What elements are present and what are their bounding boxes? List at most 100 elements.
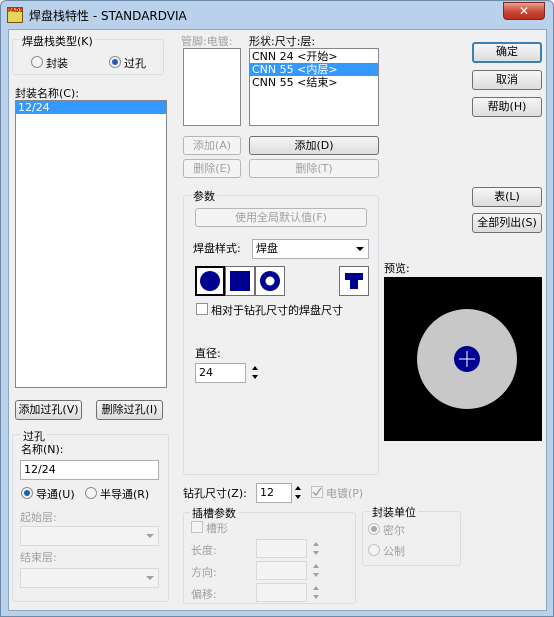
slot-offset-spinner[interactable] (311, 583, 321, 603)
relative-drill-label[interactable]: 相对于钻孔尺寸的焊盘尺寸 (211, 302, 343, 318)
preview-label: 预览: (384, 262, 410, 275)
spin-up-icon[interactable] (313, 564, 319, 568)
plated-checkbox[interactable] (311, 486, 323, 498)
through-radio[interactable] (21, 487, 33, 499)
dialog-client: 焊盘栈类型(K) 封装 过孔 封装名称(C): 12/24 添加过孔(V) 删除… (8, 29, 547, 611)
slot-length-input[interactable] (256, 539, 307, 558)
mils-label[interactable]: 密尔 (383, 522, 405, 538)
via-radio-label[interactable]: 过孔 (124, 55, 146, 71)
close-button[interactable]: ✕ (503, 2, 545, 20)
layer-item-inner[interactable]: CNN 55 <内层> (250, 63, 378, 76)
via-name-label: 名称(N): (21, 443, 64, 456)
partial-radio-label[interactable]: 半导通(R) (100, 486, 149, 502)
add-layer-button[interactable]: 添加(D) (249, 136, 379, 155)
slot-orientation-input[interactable] (256, 561, 307, 580)
spin-up-icon[interactable] (313, 542, 319, 546)
window-title: 焊盘栈特性 - STANDARDVIA (29, 9, 187, 23)
end-layer-label: 结束层: (20, 551, 57, 564)
spin-down-icon[interactable] (295, 495, 301, 499)
mils-radio[interactable] (368, 523, 380, 535)
chevron-down-icon (356, 247, 364, 251)
title-bar[interactable]: PADS 焊盘栈特性 - STANDARDVIA ✕ (1, 1, 553, 29)
start-layer-label: 起始层: (20, 511, 57, 524)
spin-up-icon[interactable] (295, 486, 301, 490)
dialog-window: PADS 焊盘栈特性 - STANDARDVIA ✕ 焊盘栈类型(K) 封装 过… (0, 0, 554, 617)
decal-radio[interactable] (31, 56, 43, 68)
pad-style-label: 焊盘样式: (193, 242, 241, 255)
custom-shape-button[interactable] (339, 266, 369, 296)
slot-offset-input[interactable] (256, 583, 307, 602)
cancel-button[interactable]: 取消 (472, 70, 542, 90)
decal-name-label: 封装名称(C): (15, 87, 79, 100)
annular-shape-button[interactable] (255, 266, 285, 296)
add-via-button[interactable]: 添加过孔(V) (15, 400, 82, 420)
square-shape-button[interactable] (225, 266, 255, 296)
use-global-default-button[interactable]: 使用全局默认值(F) (195, 208, 367, 227)
ok-button[interactable]: 确定 (472, 42, 542, 63)
shape-size-layer-label: 形状:尺寸:层: (249, 35, 316, 48)
round-pad-icon (200, 271, 220, 291)
slotted-checkbox[interactable] (191, 521, 203, 533)
spin-down-icon[interactable] (313, 573, 319, 577)
round-shape-button[interactable] (195, 266, 225, 296)
layer-item-end[interactable]: CNN 55 <结束> (250, 76, 378, 89)
slot-orientation-spinner[interactable] (311, 561, 321, 581)
diameter-input[interactable]: 24 (195, 363, 246, 383)
slot-length-spinner[interactable] (311, 539, 321, 559)
spin-up-icon[interactable] (252, 366, 258, 370)
square-pad-icon (230, 271, 250, 291)
padstack-type-label: 焊盘栈类型(K) (20, 33, 95, 49)
spin-up-icon[interactable] (313, 586, 319, 590)
slot-length-label: 长度: (191, 544, 217, 557)
slot-label: 插槽参数 (190, 505, 238, 521)
decal-radio-label[interactable]: 封装 (46, 55, 68, 71)
spin-down-icon[interactable] (313, 551, 319, 555)
metric-radio[interactable] (368, 544, 380, 556)
table-button[interactable]: 表(L) (472, 187, 542, 207)
drill-size-label: 钻孔尺寸(Z): (183, 487, 247, 500)
params-group (183, 195, 379, 475)
shape-size-layer-list[interactable]: CNN 24 <开始> CNN 55 <内层> CNN 55 <结束> (249, 48, 379, 126)
chevron-down-icon (146, 576, 154, 580)
slot-orientation-label: 方向: (191, 566, 217, 579)
diameter-label: 直径: (195, 347, 221, 360)
preview-canvas (384, 277, 542, 441)
checkmark-icon (312, 487, 322, 497)
drill-size-input[interactable]: 12 (256, 483, 292, 503)
preview-graphic (417, 309, 517, 409)
list-all-button[interactable]: 全部列出(S) (472, 213, 542, 233)
spin-down-icon[interactable] (252, 375, 258, 379)
decal-list-item[interactable]: 12/24 (16, 101, 166, 114)
start-layer-select[interactable] (20, 526, 159, 546)
app-icon: PADS (7, 7, 23, 23)
layer-item-start[interactable]: CNN 24 <开始> (250, 50, 378, 63)
partial-radio[interactable] (85, 487, 97, 499)
chevron-down-icon (146, 534, 154, 538)
slotted-label[interactable]: 槽形 (206, 520, 228, 536)
custom-pad-icon (345, 273, 363, 289)
via-radio[interactable] (109, 56, 121, 68)
relative-drill-checkbox[interactable] (196, 303, 208, 315)
spin-down-icon[interactable] (313, 595, 319, 599)
pin-list[interactable] (183, 48, 241, 126)
drill-size-spinner[interactable] (293, 483, 303, 503)
slot-offset-label: 偏移: (191, 588, 217, 601)
through-radio-label[interactable]: 导通(U) (36, 486, 75, 502)
plated-label[interactable]: 电镀(P) (326, 485, 363, 501)
pad-style-select[interactable]: 焊盘 (252, 239, 369, 259)
delete-pin-button[interactable]: 删除(E) (183, 159, 241, 178)
decal-name-list[interactable]: 12/24 (15, 100, 167, 388)
units-label: 封装单位 (370, 504, 418, 520)
help-button[interactable]: 帮助(H) (472, 97, 542, 117)
delete-via-button[interactable]: 删除过孔(I) (96, 400, 163, 420)
add-pin-button[interactable]: 添加(A) (183, 136, 241, 155)
metric-label[interactable]: 公制 (383, 543, 405, 559)
end-layer-select[interactable] (20, 568, 159, 588)
diameter-spinner[interactable] (250, 363, 260, 383)
pin-electrical-label: 管脚:电镀: (181, 35, 233, 48)
via-name-input[interactable]: 12/24 (20, 460, 159, 480)
delete-layer-button[interactable]: 删除(T) (249, 159, 379, 178)
params-label: 参数 (191, 188, 217, 204)
annular-pad-icon (260, 271, 280, 291)
app-icon-label: PADS (8, 8, 23, 14)
